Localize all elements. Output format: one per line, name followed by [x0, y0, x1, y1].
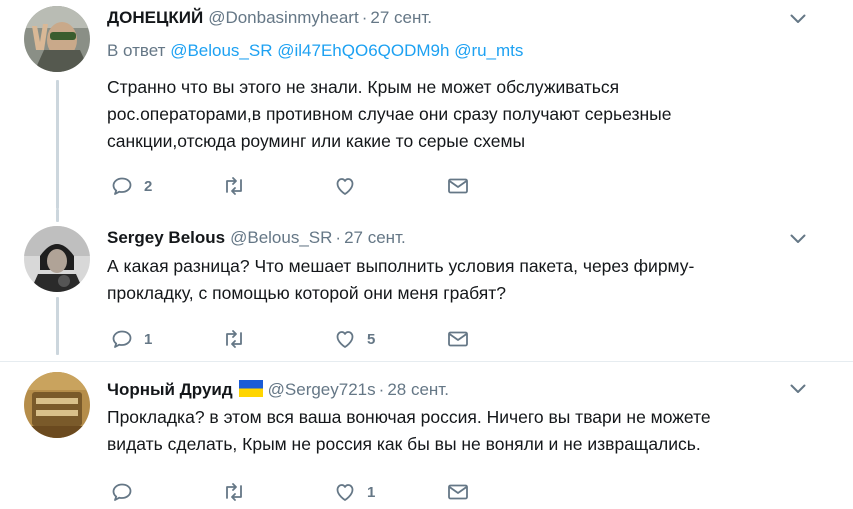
like-button[interactable]: 1 — [333, 480, 375, 504]
retweet-icon — [226, 483, 242, 501]
heart-icon — [336, 484, 354, 501]
direct-message-button[interactable] — [446, 327, 470, 351]
reply-icon — [112, 330, 132, 348]
tweet-actions: 2 — [107, 174, 507, 198]
like-count: 5 — [367, 330, 376, 348]
heart-icon — [336, 331, 354, 348]
tweet-text-line: санкции,отсюда роуминг или какие то серы… — [107, 131, 526, 151]
envelope-icon — [448, 484, 468, 500]
reply-button[interactable] — [110, 480, 144, 504]
like-count: 1 — [367, 483, 376, 501]
tweet-1[interactable]: ДОНЕЦКИЙ @Donbasinmyheart · 27 сент. В о… — [0, 0, 853, 209]
reply-count: 1 — [144, 330, 153, 348]
direct-message-button[interactable] — [446, 174, 470, 198]
tweet-text-line: видать сделать, Крым не россия как бы вы… — [107, 434, 701, 454]
user-handle[interactable]: @Sergey721s — [268, 380, 376, 400]
tweet-text-line: Странно что вы этого не знали. Крым не м… — [107, 77, 620, 97]
tweet-2[interactable]: Sergey Belous @Belous_SR · 27 сент. А ка… — [0, 209, 853, 355]
like-button[interactable] — [333, 174, 367, 198]
mention-link[interactable]: @Belous_SR — [170, 41, 272, 60]
like-button[interactable]: 5 — [333, 327, 375, 351]
retweet-button[interactable] — [222, 174, 256, 198]
tweet-text: Прокладка? в этом вся ваша вонючая росси… — [107, 404, 807, 458]
heart-icon — [336, 178, 354, 195]
user-name[interactable]: Чорный Друид — [107, 380, 233, 400]
tweet-text-line: Прокладка? в этом вся ваша вонючая росси… — [107, 407, 711, 427]
reply-count: 2 — [144, 177, 153, 195]
separator-dot: · — [335, 228, 342, 247]
tweet-3[interactable]: Чорный Друид @Sergey721s · 28 сент. Прок… — [0, 362, 853, 509]
envelope-icon — [448, 178, 468, 194]
user-name[interactable]: ДОНЕЦКИЙ — [107, 8, 203, 28]
thread-line — [56, 80, 59, 209]
retweet-button[interactable] — [222, 480, 256, 504]
thread-line — [56, 209, 59, 222]
direct-message-button[interactable] — [446, 480, 470, 504]
tweet-header: ДОНЕЦКИЙ @Donbasinmyheart · 27 сент. — [107, 8, 432, 30]
mention-link[interactable]: @ru_mts — [454, 41, 523, 60]
thread-line — [56, 297, 59, 355]
tweet-time[interactable]: 27 сент. — [370, 8, 432, 28]
tweet-text: А какая разница? Что мешает выполнить ус… — [107, 253, 807, 307]
reply-icon — [112, 177, 132, 195]
retweet-icon — [226, 177, 242, 195]
chevron-down-icon[interactable] — [790, 14, 806, 24]
tweet-actions: 1 — [107, 480, 507, 504]
avatar[interactable] — [24, 226, 90, 292]
ukraine-flag-icon — [238, 380, 263, 397]
mention-link[interactable]: @il47EhQO6QODM9h — [277, 41, 449, 60]
retweet-button[interactable] — [222, 327, 256, 351]
tweet-text-line: А какая разница? Что мешает выполнить ус… — [107, 256, 695, 276]
tweet-header: Sergey Belous @Belous_SR · 27 сент. — [107, 228, 406, 250]
avatar[interactable] — [24, 6, 90, 72]
user-handle[interactable]: @Donbasinmyheart — [208, 8, 359, 28]
envelope-icon — [448, 331, 468, 347]
reply-icon — [112, 483, 132, 501]
tweet-header: Чорный Друид @Sergey721s · 28 сент. — [107, 378, 449, 400]
separator-dot: · — [378, 380, 385, 399]
tweet-time[interactable]: 28 сент. — [387, 380, 449, 400]
user-name[interactable]: Sergey Belous — [107, 228, 225, 248]
tweet-time[interactable]: 27 сент. — [344, 228, 406, 248]
reply-button[interactable]: 1 — [110, 327, 152, 351]
chevron-down-icon[interactable] — [790, 234, 806, 244]
separator-dot: · — [361, 8, 368, 27]
reply-prefix: В ответ — [107, 41, 166, 60]
tweet-text-line: рос.операторами,в противном случае они с… — [107, 104, 672, 124]
chevron-down-icon[interactable] — [790, 384, 806, 394]
reply-button[interactable]: 2 — [110, 174, 152, 198]
tweet-actions: 1 5 — [107, 327, 507, 351]
user-handle[interactable]: @Belous_SR — [230, 228, 332, 248]
retweet-icon — [226, 330, 242, 348]
tweet-text-line: прокладку, с помощью которой они меня гр… — [107, 283, 506, 303]
tweet-text: Странно что вы этого не знали. Крым не м… — [107, 74, 807, 155]
reply-to-line: В ответ @Belous_SR @il47EhQO6QODM9h @ru_… — [107, 41, 523, 61]
avatar[interactable] — [24, 372, 90, 438]
